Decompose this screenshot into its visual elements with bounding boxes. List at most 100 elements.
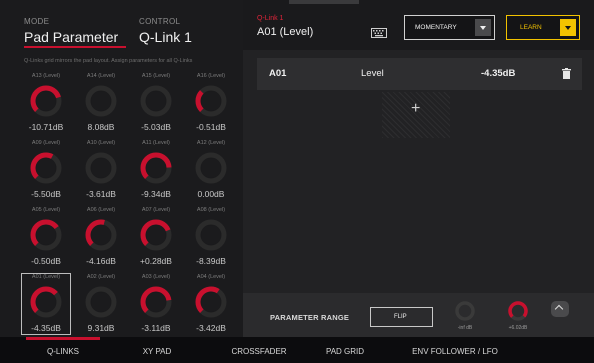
knob-dial[interactable] xyxy=(193,284,229,320)
learn-label: LEARN xyxy=(520,24,542,31)
knob-value: -5.50dB xyxy=(31,189,61,199)
range-max-knob[interactable] xyxy=(507,300,529,322)
knob-value: -8.39dB xyxy=(196,256,226,266)
knob-label: A10 (Level) xyxy=(86,140,116,146)
knob-dial[interactable] xyxy=(138,83,174,119)
knob-label: A11 (Level) xyxy=(142,140,170,146)
knob-label: A15 (Level) xyxy=(141,73,171,79)
knob-value: -9.34dB xyxy=(141,189,171,199)
knob-label: A01 (Level) xyxy=(31,274,61,280)
range-min-knob[interactable] xyxy=(454,300,476,322)
left-panel: MODE Pad Parameter CONTROL Q-Link 1 Q-Li… xyxy=(0,0,243,337)
keyboard-icon[interactable] xyxy=(371,28,387,38)
assignment-param: Level xyxy=(361,68,384,79)
chevron-down-icon[interactable] xyxy=(475,19,491,36)
knob-dial[interactable] xyxy=(193,83,229,119)
knob-value: -3.42dB xyxy=(196,323,226,333)
knob-label: A05 (Level) xyxy=(31,207,61,213)
knob-cell[interactable]: A03 (Level) -3.11dB xyxy=(130,271,182,337)
right-panel: Q-Link 1 A01 (Level) MOMENTARY LEARN A01… xyxy=(243,0,594,337)
knob-dial[interactable] xyxy=(83,83,119,119)
tab-q-links[interactable]: Q-LINKS xyxy=(26,337,100,363)
knob-cell[interactable]: A16 (Level) -0.51dB xyxy=(185,70,237,136)
knob-value: -10.71dB xyxy=(28,122,64,132)
knob-label: A14 (Level) xyxy=(86,73,116,79)
knob-cell[interactable]: A08 (Level) -8.39dB xyxy=(185,204,237,270)
knob-grid: A13 (Level) -10.71dB A14 (Level) 8.08dB A15 … xyxy=(20,70,244,338)
plus-icon: + xyxy=(411,100,421,117)
learn-button[interactable]: LEARN xyxy=(506,15,580,40)
knob-label: A16 (Level) xyxy=(196,73,226,79)
knob-value: -4.16dB xyxy=(86,256,116,266)
knob-value: -5.03dB xyxy=(141,122,171,132)
knob-cell[interactable]: A02 (Level) 9.31dB xyxy=(75,271,127,337)
knob-cell[interactable]: A06 (Level) -4.16dB xyxy=(75,204,127,270)
control-value[interactable]: Q-Link 1 xyxy=(139,29,192,45)
knob-label: A08 (Level) xyxy=(196,207,226,213)
tab-xy-pad[interactable]: XY PAD xyxy=(120,337,194,363)
knob-dial[interactable] xyxy=(83,150,119,186)
knob-dial[interactable] xyxy=(193,150,229,186)
knob-label: A12 (Level) xyxy=(196,140,226,146)
knob-dial[interactable] xyxy=(193,217,229,253)
trash-icon[interactable] xyxy=(562,68,571,79)
knob-cell[interactable]: A01 (Level) -4.35dB xyxy=(20,271,72,337)
knob-value: -0.51dB xyxy=(196,122,226,132)
knob-dial[interactable] xyxy=(28,150,64,186)
knob-cell[interactable]: A13 (Level) -10.71dB xyxy=(20,70,72,136)
knob-cell[interactable]: A11 (Level) -9.34dB xyxy=(130,137,182,203)
qlink-label: Q-Link 1 xyxy=(257,15,284,22)
momentary-label: MOMENTARY xyxy=(415,24,457,31)
knob-cell[interactable]: A09 (Level) -5.50dB xyxy=(20,137,72,203)
knob-value: -0.50dB xyxy=(31,256,61,266)
chevron-down-icon[interactable] xyxy=(560,19,576,36)
knob-cell[interactable]: A14 (Level) 8.08dB xyxy=(75,70,127,136)
knob-cell[interactable]: A10 (Level) -3.61dB xyxy=(75,137,127,203)
knob-dial[interactable] xyxy=(28,83,64,119)
knob-label: A13 (Level) xyxy=(31,73,61,79)
knob-value: 8.08dB xyxy=(87,122,115,132)
knob-dial[interactable] xyxy=(28,217,64,253)
knob-dial[interactable] xyxy=(83,217,119,253)
knob-label: A09 (Level) xyxy=(31,140,61,146)
knob-dial[interactable] xyxy=(138,150,174,186)
knob-label: A02 (Level) xyxy=(86,274,116,280)
knob-value: -4.35dB xyxy=(31,323,61,333)
flip-label: FLIP xyxy=(394,314,407,320)
add-assignment-button[interactable]: + xyxy=(382,92,450,138)
qlink-header: Q-Link 1 A01 (Level) MOMENTARY LEARN xyxy=(243,0,594,50)
knob-dial[interactable] xyxy=(138,217,174,253)
control-label: CONTROL xyxy=(139,17,181,26)
tab-pad-grid[interactable]: PAD GRID xyxy=(308,337,382,363)
assignment-row[interactable]: A01 Level -4.35dB xyxy=(257,58,582,90)
knob-label: A03 (Level) xyxy=(141,274,171,280)
assignment-value: -4.35dB xyxy=(481,68,516,79)
knob-dial[interactable] xyxy=(83,284,119,320)
range-max-value: +6.02dB xyxy=(508,325,528,331)
hint-text: Q-Links grid mirrors the pad layout. Ass… xyxy=(24,58,193,64)
knob-cell[interactable]: A04 (Level) -3.42dB xyxy=(185,271,237,337)
assignment-pad: A01 xyxy=(269,68,287,79)
knob-cell[interactable]: A15 (Level) -5.03dB xyxy=(130,70,182,136)
knob-label: A07 (Level) xyxy=(141,207,171,213)
bottom-tab-bar: Q-LINKS XY PAD CROSSFADER PAD GRID ENV F… xyxy=(0,337,594,363)
knob-value: 0.00dB xyxy=(197,189,225,199)
chevron-up-icon[interactable] xyxy=(551,301,569,317)
tab-crossfader[interactable]: CROSSFADER xyxy=(212,337,306,363)
mode-value[interactable]: Pad Parameter xyxy=(24,29,118,45)
flip-button[interactable]: FLIP xyxy=(370,307,433,327)
knob-cell[interactable]: A12 (Level) 0.00dB xyxy=(185,137,237,203)
knob-cell[interactable]: A05 (Level) -0.50dB xyxy=(20,204,72,270)
knob-label: A04 (Level) xyxy=(196,274,226,280)
parameter-range-label: PARAMETER RANGE xyxy=(270,313,350,322)
knob-label: A06 (Level) xyxy=(86,207,116,213)
momentary-dropdown[interactable]: MOMENTARY xyxy=(404,15,495,40)
mode-underline xyxy=(24,46,126,48)
knob-value: 9.31dB xyxy=(87,323,115,333)
knob-dial[interactable] xyxy=(138,284,174,320)
mode-label: MODE xyxy=(24,17,50,26)
parameter-range-bar: PARAMETER RANGE FLIP -inf dB +6.02dB xyxy=(243,293,594,337)
knob-cell[interactable]: A07 (Level) +0.28dB xyxy=(130,204,182,270)
knob-dial[interactable] xyxy=(28,284,64,320)
tab-env-follower-lfo[interactable]: ENV FOLLOWER / LFO xyxy=(390,337,520,363)
